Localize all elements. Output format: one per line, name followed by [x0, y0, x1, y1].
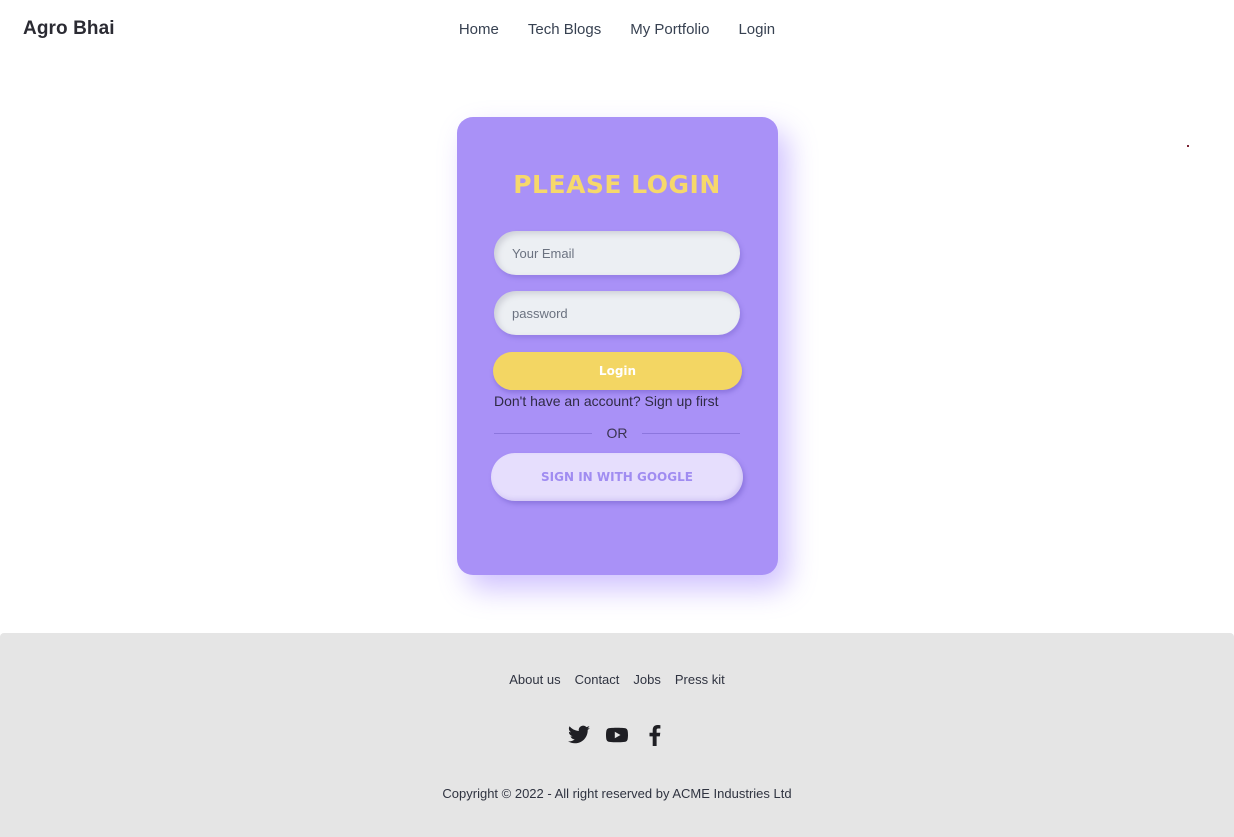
footer-link-jobs[interactable]: Jobs [626, 672, 667, 687]
nav-links: Home Tech Blogs My Portfolio Login [0, 20, 1234, 40]
copyright-text: Copyright © 2022 - All right reserved by… [442, 786, 792, 801]
login-button[interactable]: Login [493, 352, 742, 390]
footer-link-about-us[interactable]: About us [502, 672, 567, 687]
youtube-icon[interactable] [605, 723, 629, 747]
footer: About us Contact Jobs Press kit Copyrigh… [0, 633, 1234, 837]
navbar: Agro Bhai Home Tech Blogs My Portfolio L… [0, 0, 1234, 60]
nav-link-my-portfolio[interactable]: My Portfolio [616, 20, 724, 40]
divider-line-right [642, 433, 740, 434]
nav-link-login[interactable]: Login [724, 20, 790, 40]
signup-link[interactable]: Don't have an account? Sign up first [494, 392, 718, 410]
login-title: PLEASE LOGIN [513, 170, 721, 199]
twitter-icon[interactable] [567, 723, 591, 747]
nav-link-home[interactable]: Home [444, 20, 513, 40]
stray-dot [1187, 145, 1189, 147]
facebook-icon[interactable] [643, 723, 667, 747]
or-divider: OR [494, 423, 740, 443]
footer-links: About us Contact Jobs Press kit [0, 672, 1234, 687]
password-input[interactable] [494, 291, 740, 335]
email-input[interactable] [494, 231, 740, 275]
google-signin-button[interactable]: SIGN IN WITH GOOGLE [491, 453, 743, 501]
footer-link-contact[interactable]: Contact [568, 672, 627, 687]
footer-link-press-kit[interactable]: Press kit [668, 672, 732, 687]
social-icons [0, 723, 1234, 747]
nav-link-tech-blogs[interactable]: Tech Blogs [513, 20, 615, 40]
